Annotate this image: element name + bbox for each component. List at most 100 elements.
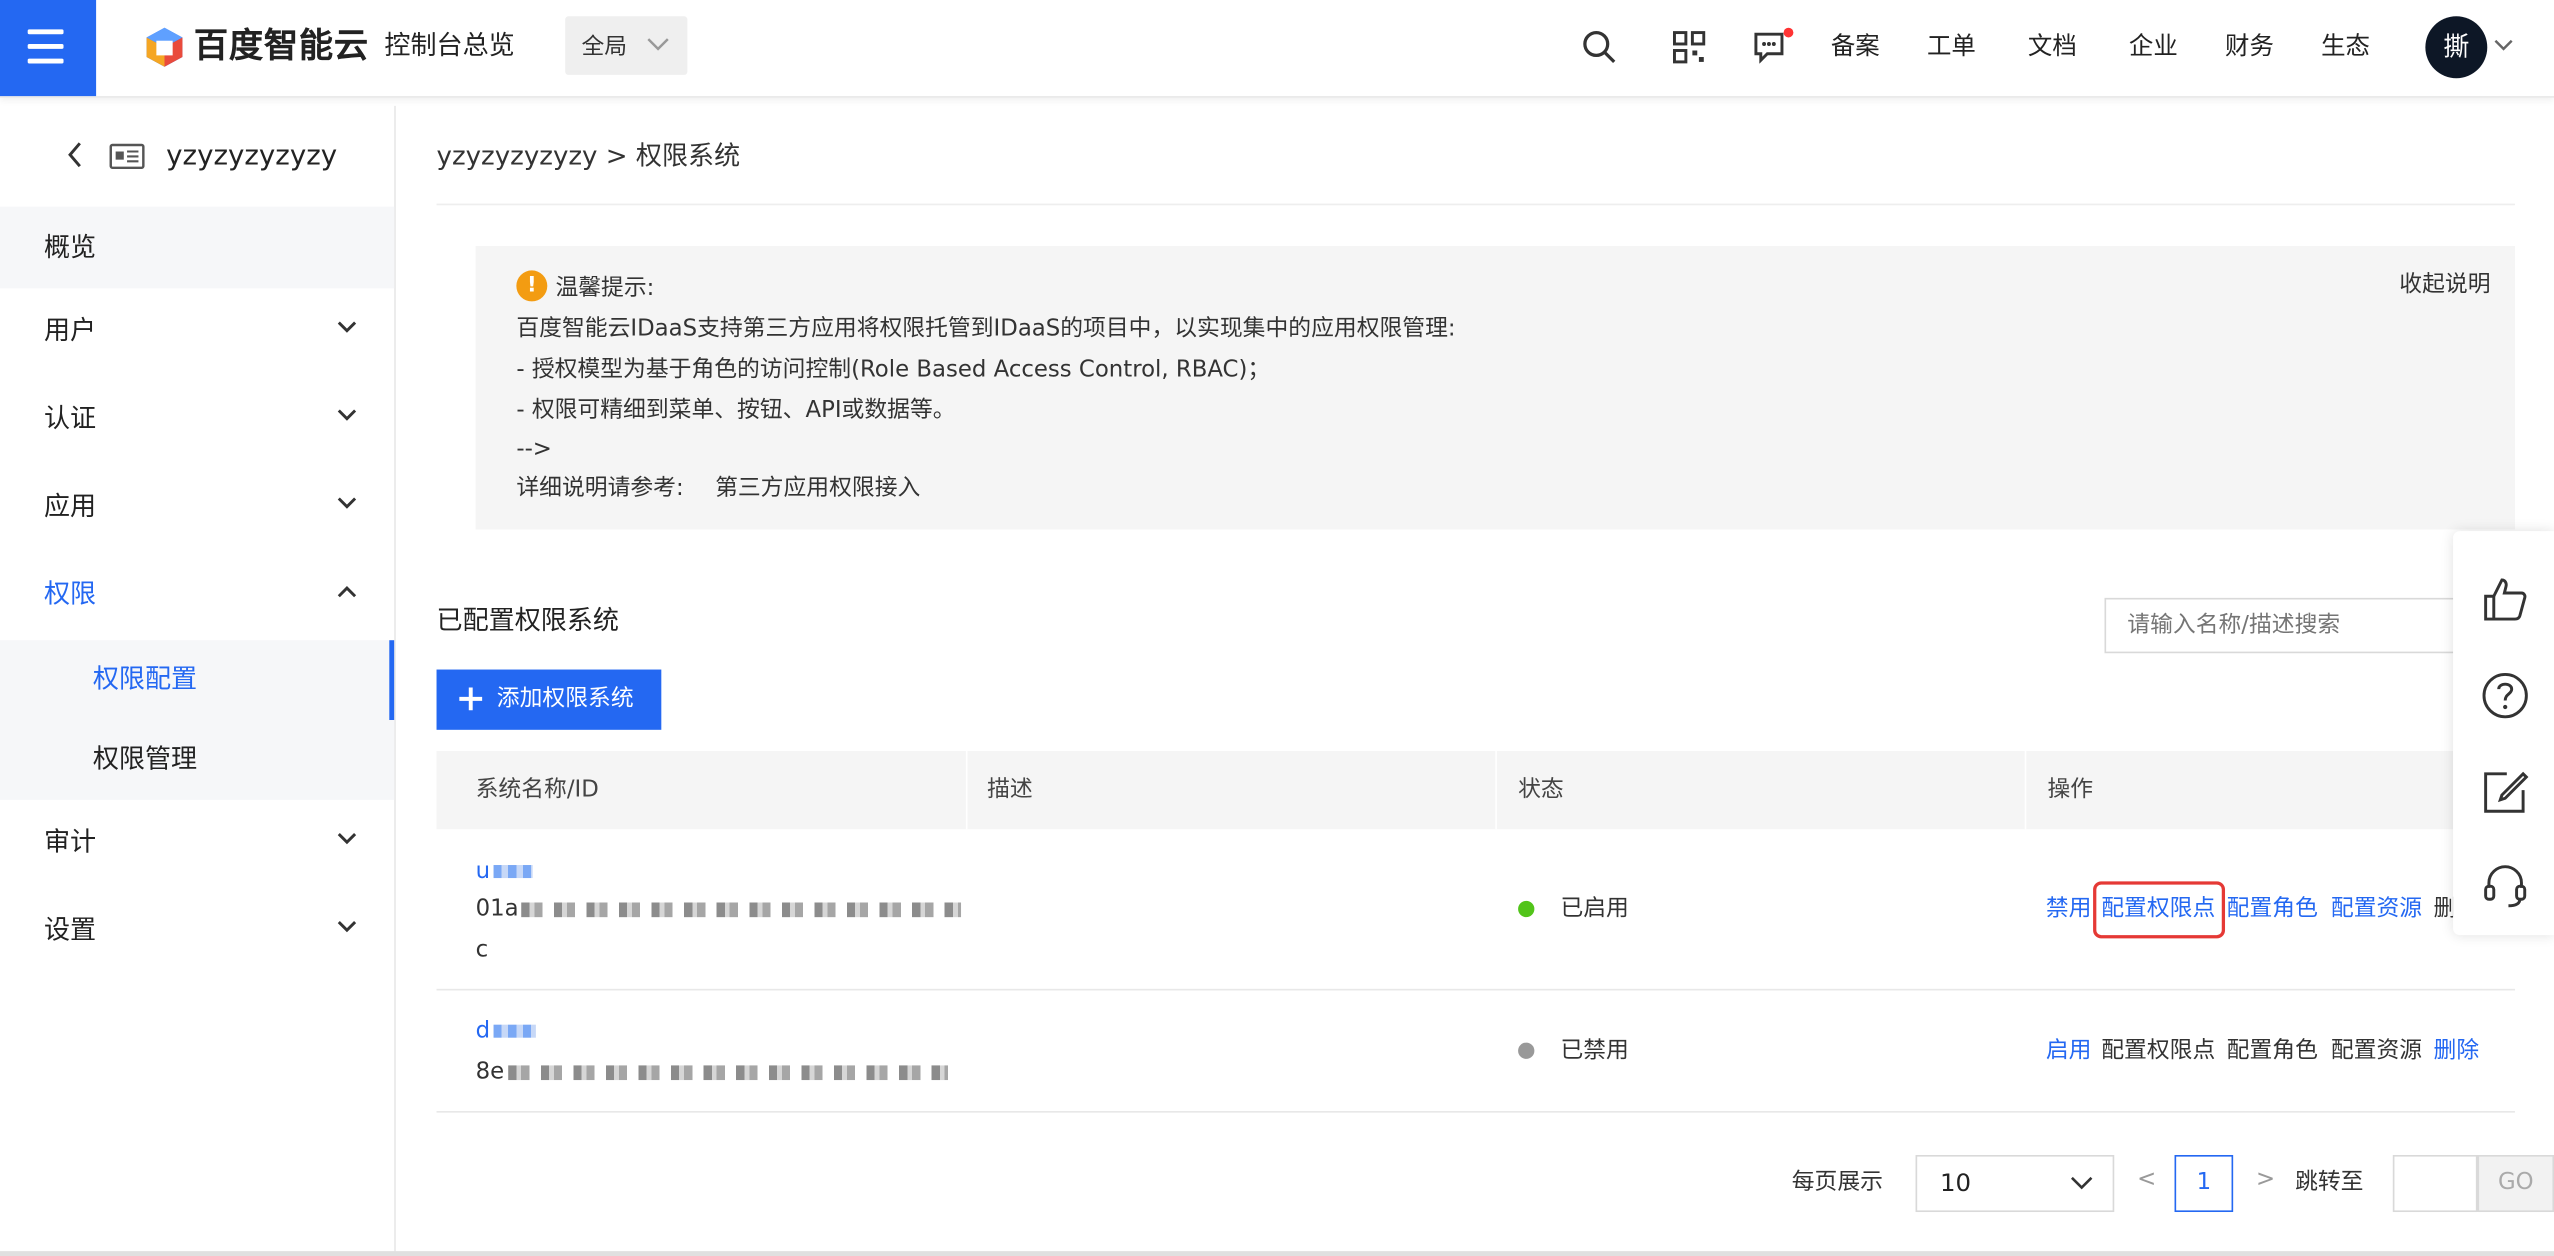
redacted-text [493,865,533,879]
add-button-label: 添加权限系统 [496,685,634,712]
warning-icon: ! [516,270,548,302]
sidebar-item-label: 权限 [43,578,97,610]
column-divider [965,750,968,830]
system-name-link[interactable]: u [476,855,533,888]
system-name-link[interactable]: d [476,1015,536,1048]
jump-to-label: 跳转至 [2295,1169,2364,1196]
sidebar-item-label: 用户 [43,314,97,346]
delete-link[interactable]: 删除 [2434,1034,2480,1067]
status-dot-enabled [1518,900,1535,918]
sidebar-item-apps[interactable]: 应用 [0,464,394,552]
sidebar-item-overview[interactable]: 概览 [0,206,395,289]
jump-page-input[interactable] [2392,1154,2478,1213]
tips-title: 温馨提示: [555,275,655,302]
column-header: 系统名称/ID [475,777,599,804]
chevron-down-icon [337,321,357,333]
sidebar-item-auth[interactable]: 认证 [0,376,394,464]
sidebar-item-users[interactable]: 用户 [0,288,394,376]
next-page-button[interactable]: > [2256,1166,2275,1192]
breadcrumb: yzyzyzyzyzy > 权限系统 [436,140,741,172]
collapse-tips-link[interactable]: 收起说明 [2399,269,2490,302]
row-divider [436,1111,2515,1113]
region-value: 全局 [581,34,628,61]
status-dot-disabled [1518,1042,1535,1059]
search-icon[interactable] [1582,29,1618,65]
hamburger-icon-bar [27,58,64,64]
tips-line: 百度智能云IDaaS支持第三方应用将权限托管到IDaaS的项目中，以实现集中的应… [516,316,1456,343]
menu-toggle-button[interactable] [0,0,97,97]
sidebar-item-permission-manage[interactable]: 权限管理 [0,720,395,800]
system-name[interactable]: d [476,1018,490,1044]
config-roles-link: 配置角色 [2226,1037,2318,1064]
edit-feedback-icon[interactable] [2481,767,2530,816]
sidebar-item-permission-config[interactable]: 权限配置 [0,640,395,721]
table-header [436,750,2515,830]
go-button[interactable]: GO [2477,1154,2554,1213]
nav-enterprise[interactable]: 企业 [2129,29,2178,62]
brand-name[interactable]: 百度智能云 [194,23,369,69]
chevron-down-icon [647,38,669,51]
instance-card-icon [109,143,145,170]
page-number-button[interactable]: 1 [2174,1154,2234,1213]
system-id: 01a [476,893,962,926]
nav-filing[interactable]: 备案 [1831,29,1880,62]
thumbs-up-icon[interactable] [2481,575,2530,624]
chevron-up-icon [337,586,357,598]
chevron-down-icon [337,497,357,509]
redacted-text [493,1024,536,1038]
column-divider [2024,750,2027,830]
search-input[interactable] [2104,597,2473,654]
sidebar-item-label: 应用 [43,490,97,522]
chevron-down-icon[interactable] [2494,39,2514,52]
active-indicator [389,640,395,721]
row-divider [436,988,2515,991]
column-header: 操作 [2047,777,2094,804]
prev-page-button[interactable]: < [2137,1166,2156,1192]
tips-ref-link[interactable]: 第三方应用权限接入 [715,472,920,505]
sidebar-item-settings[interactable]: 设置 [0,888,394,976]
sidebar-item-label: 权限管理 [92,742,198,774]
tips-line: - 授权模型为基于角色的访问控制(Role Based Access Contr… [516,356,1271,383]
help-icon[interactable] [2481,671,2530,720]
status-text: 已禁用 [1560,1037,1629,1064]
system-name[interactable]: u [476,859,490,885]
user-avatar[interactable]: 撕 [2425,16,2488,79]
chevron-down-icon [2070,1176,2093,1190]
nav-ecosystem[interactable]: 生态 [2321,29,2370,62]
sidebar-item-label: 设置 [43,913,97,945]
nav-finance[interactable]: 财务 [2225,29,2274,62]
sidebar-item-label: 审计 [43,825,97,857]
sidebar-back-header[interactable]: yzyzyzyzyzy [0,106,395,209]
per-page-select[interactable]: 10 [1915,1154,2115,1213]
chevron-left-icon[interactable] [67,142,83,168]
nav-ticket[interactable]: 工单 [1927,29,1976,62]
instance-name: yzyzyzyzyzy [166,140,338,173]
disable-link[interactable]: 禁用 [2046,893,2092,926]
system-id-prefix: 8e [475,1058,505,1085]
column-header: 状态 [1518,777,1564,804]
sidebar-item-label: 认证 [43,402,97,434]
config-resources-link[interactable]: 配置资源 [2331,893,2422,926]
column-header: 描述 [987,777,1033,804]
sidebar-item-audit[interactable]: 审计 [0,800,394,888]
enable-link[interactable]: 启用 [2046,1034,2092,1067]
sidebar-item-permissions[interactable]: 权限 [0,552,394,640]
section-title: 已配置权限系统 [436,604,619,636]
region-select[interactable]: 全局 [565,16,688,75]
baidu-cloud-logo-icon [146,27,183,67]
nav-docs[interactable]: 文档 [2028,29,2077,62]
console-overview-link[interactable]: 控制台总览 [384,28,514,64]
status-text: 已启用 [1560,895,1629,923]
add-permission-system-button[interactable]: 添加权限系统 [436,669,662,730]
config-resources-link: 配置资源 [2330,1037,2423,1064]
qrcode-icon[interactable] [1673,31,1706,64]
bottom-edge [0,1251,2554,1256]
plus-icon [459,687,483,711]
message-icon[interactable] [1753,31,1786,64]
per-page-label: 每页展示 [1791,1169,1883,1196]
notification-dot [1783,27,1794,38]
sidebar-item-label: 概览 [43,231,97,263]
customer-service-icon[interactable] [2481,862,2530,911]
config-roles-link[interactable]: 配置角色 [2227,893,2318,926]
hamburger-icon-bar [27,43,64,49]
